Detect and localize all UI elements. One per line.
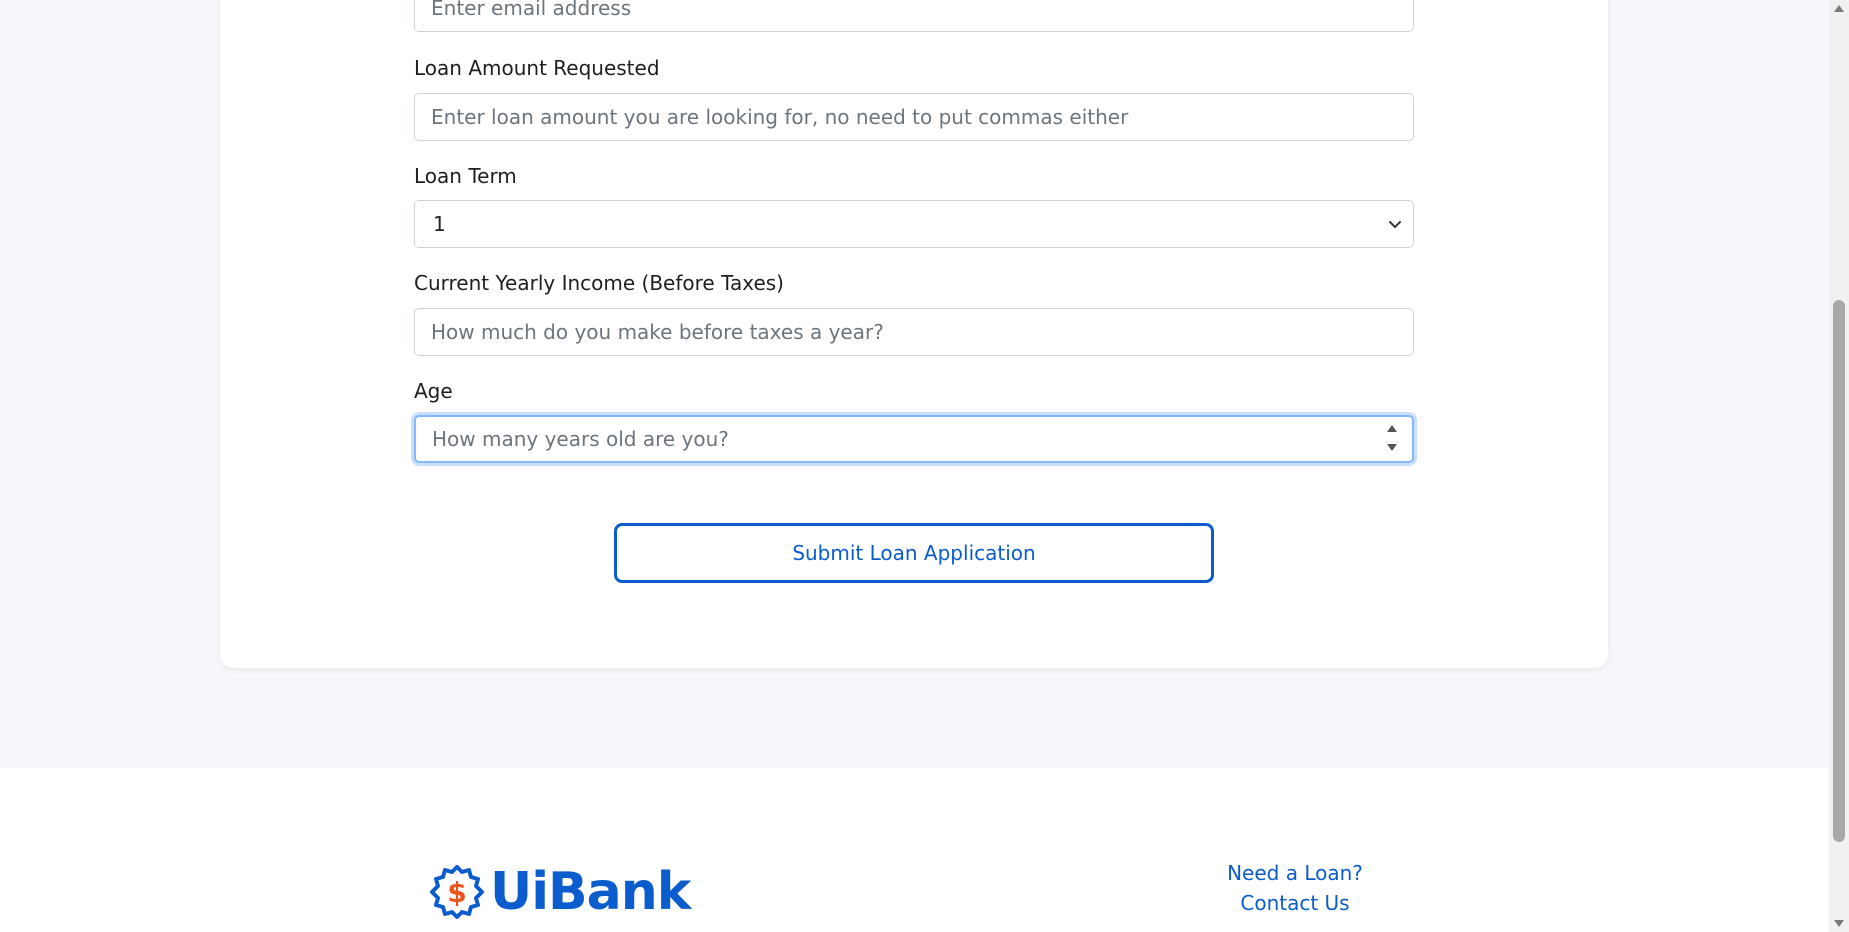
email-field[interactable] [414, 0, 1414, 32]
footer [0, 768, 1829, 932]
brand-name: UiBank [490, 862, 691, 922]
loan-term-select[interactable]: 1 [414, 200, 1414, 248]
chevron-down-icon [1389, 221, 1401, 228]
vertical-scrollbar[interactable] [1829, 0, 1849, 932]
contact-us-link[interactable]: Contact Us [1195, 891, 1395, 915]
income-field[interactable] [414, 308, 1414, 356]
uibank-logo[interactable]: $ UiBank [428, 862, 691, 922]
age-field-wrapper [414, 415, 1414, 463]
age-field[interactable] [414, 415, 1414, 463]
income-label: Current Yearly Income (Before Taxes) [414, 271, 784, 295]
svg-text:$: $ [447, 876, 466, 909]
dollar-gear-icon: $ [430, 865, 484, 919]
age-label: Age [414, 379, 453, 403]
spinner-down-icon[interactable] [1387, 444, 1397, 451]
number-spinner-icon[interactable] [1386, 425, 1398, 451]
loan-term-label: Loan Term [414, 164, 517, 188]
submit-loan-button[interactable]: Submit Loan Application [614, 523, 1214, 583]
loan-term-selected-value: 1 [433, 212, 446, 236]
scroll-up-icon[interactable] [1834, 5, 1844, 12]
spinner-up-icon[interactable] [1387, 425, 1397, 432]
scrollbar-thumb[interactable] [1833, 300, 1845, 842]
loan-amount-label: Loan Amount Requested [414, 56, 660, 80]
need-a-loan-link[interactable]: Need a Loan? [1195, 861, 1395, 885]
scroll-down-icon[interactable] [1834, 920, 1844, 927]
page-viewport: Loan Amount Requested Loan Term 1 Curren… [0, 0, 1829, 932]
loan-amount-field[interactable] [414, 93, 1414, 141]
